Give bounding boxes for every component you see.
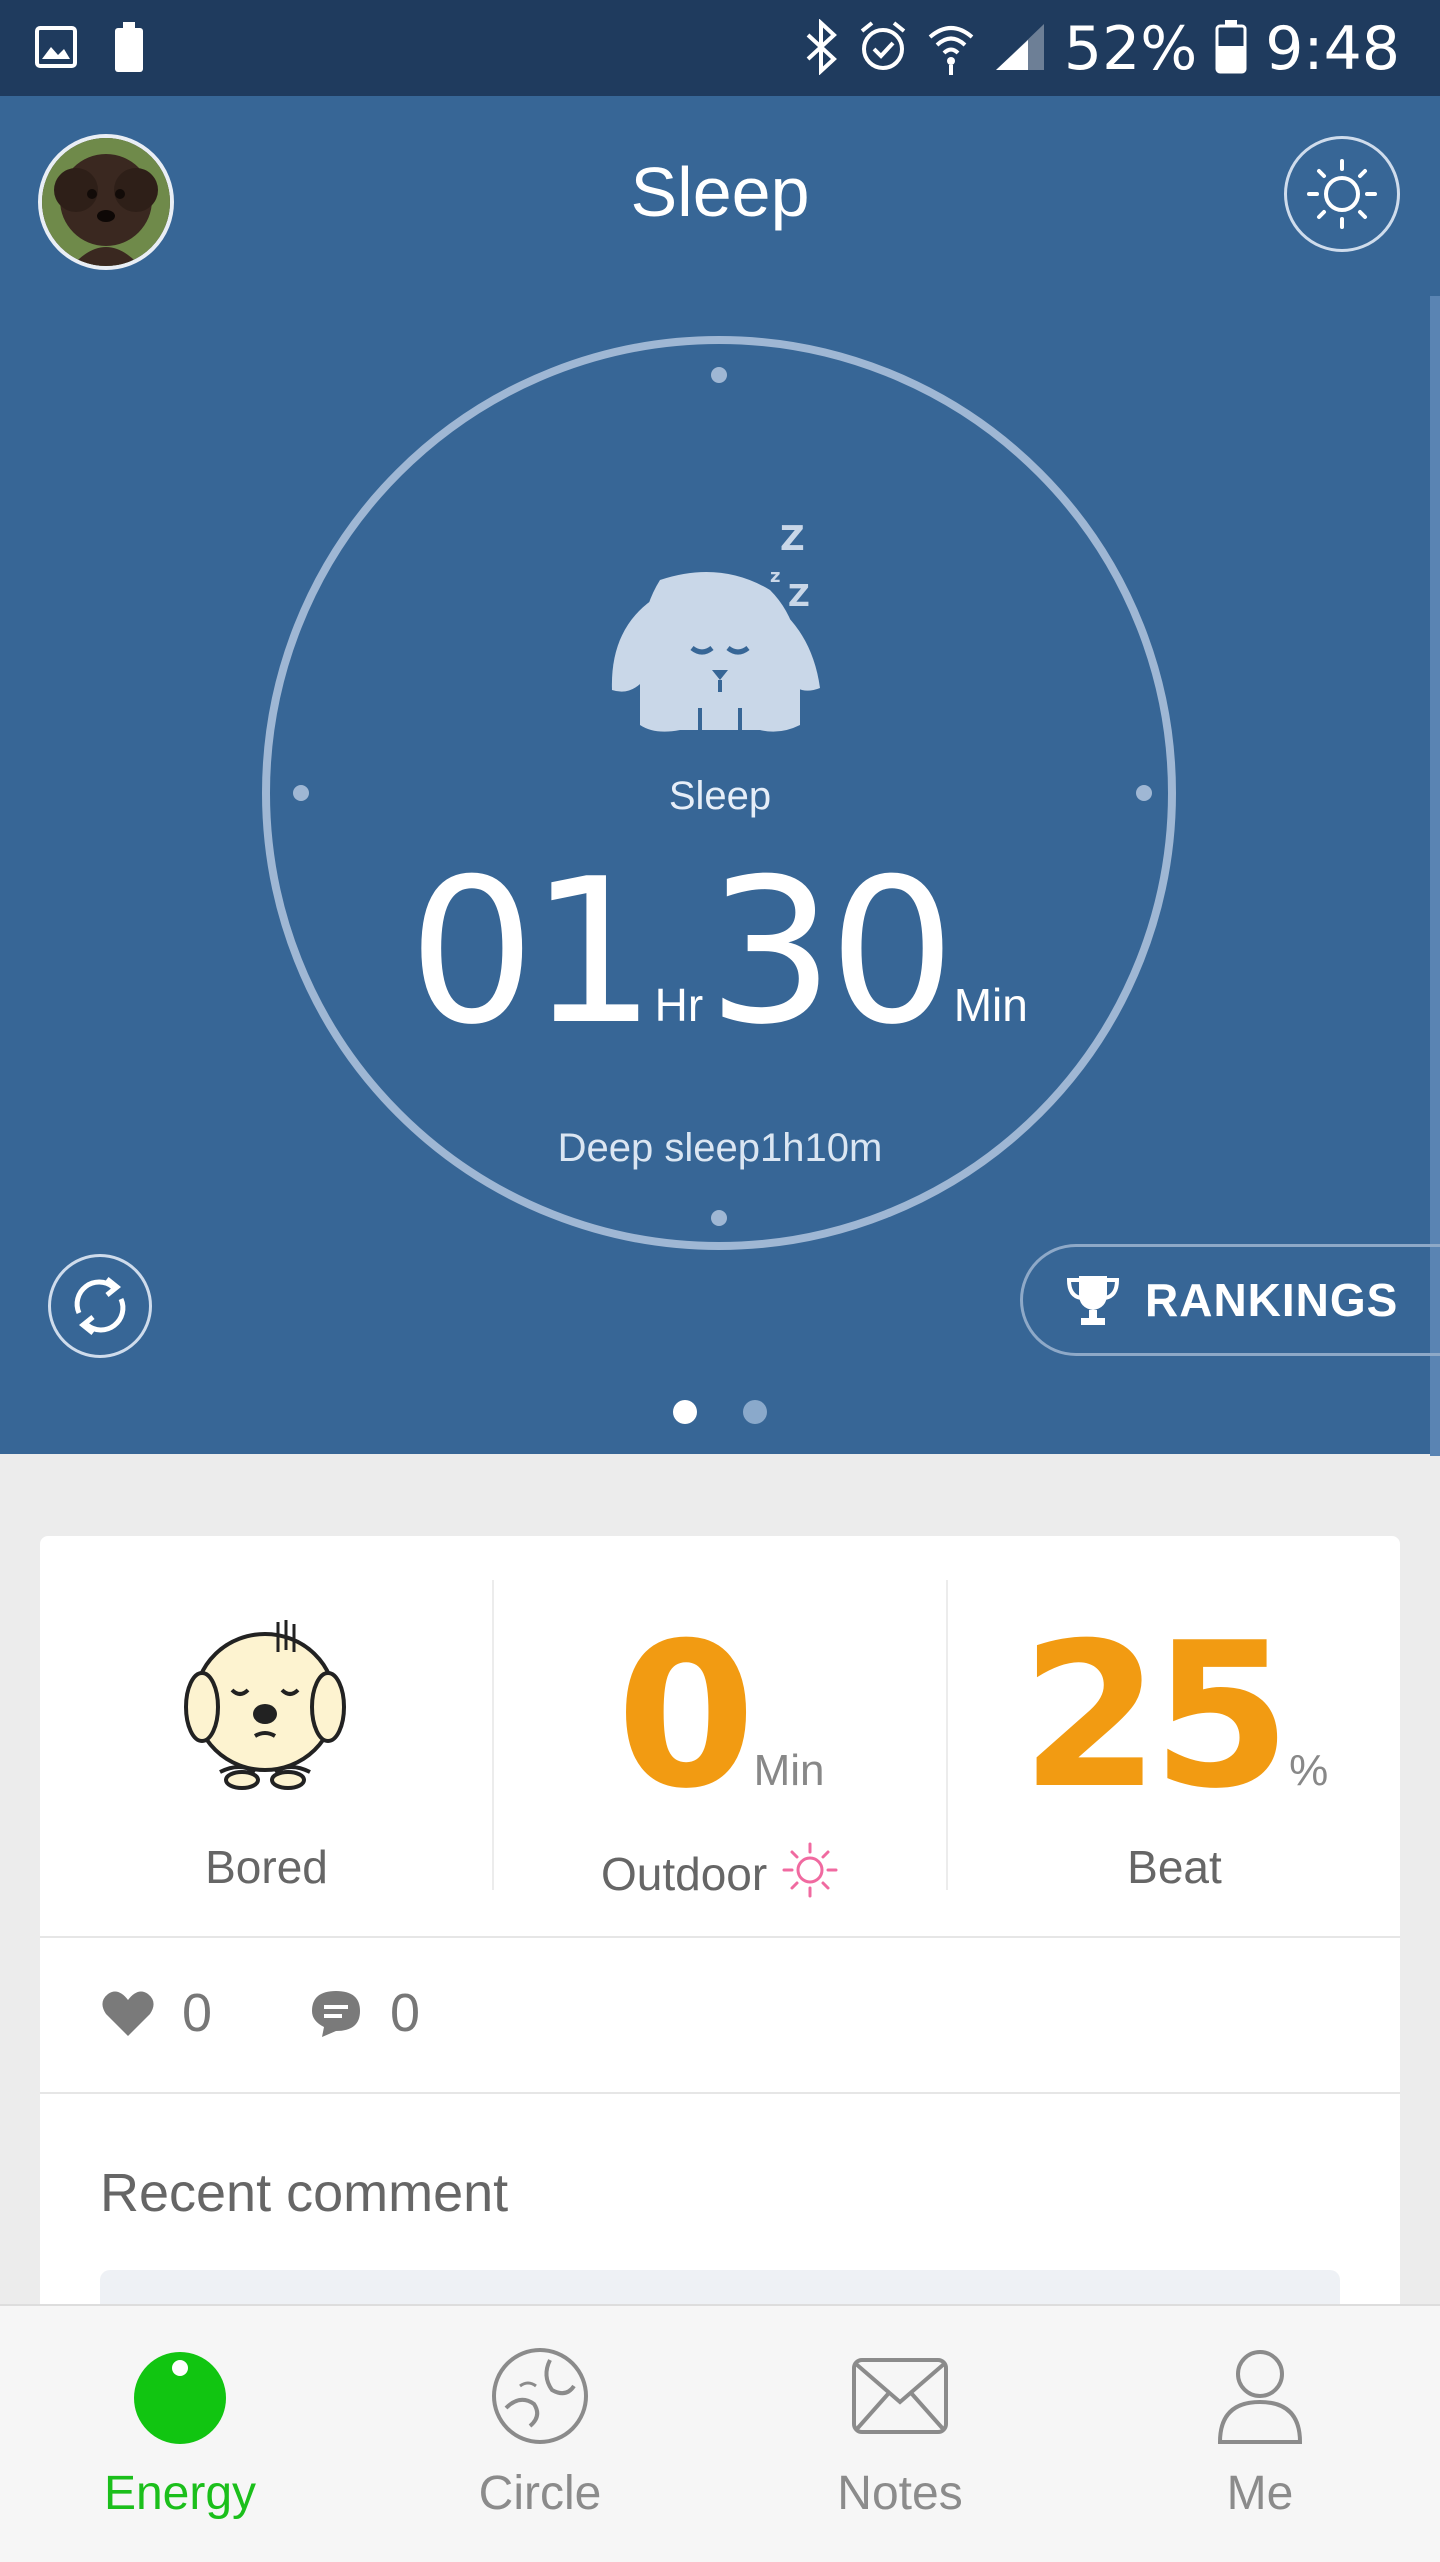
outdoor-label-row: Outdoor: [494, 1840, 947, 1901]
sleep-duration: 01Hr30Min: [0, 836, 1440, 1069]
battery-small-icon: [114, 22, 144, 77]
heart-icon: [102, 1991, 154, 2036]
mood-stat[interactable]: Bored: [40, 1536, 493, 1936]
wifi-icon: [926, 19, 976, 80]
recent-comment-title: Recent comment: [100, 2163, 509, 2223]
dial-dot-top: [711, 367, 727, 383]
sleeping-dog-icon: Z z Z: [600, 519, 840, 760]
sleep-minutes: 30: [707, 836, 955, 1069]
tab-notes[interactable]: Notes: [720, 2306, 1080, 2562]
like-button[interactable]: 0: [100, 1982, 212, 2044]
outdoor-minutes: 0: [616, 1600, 755, 1833]
brightness-button[interactable]: [1284, 136, 1400, 252]
bored-dog-icon: [180, 1612, 350, 1792]
rankings-button[interactable]: RANKINGS: [1020, 1244, 1440, 1356]
mood-label: Bored: [205, 1841, 328, 1893]
tab-me[interactable]: Me: [1080, 2306, 1440, 2562]
alarm-icon: [858, 19, 908, 80]
hours-unit: Hr: [654, 979, 704, 1031]
sun-icon: [1307, 159, 1377, 229]
tab-label: Notes: [837, 2467, 963, 2520]
page-indicator: [0, 1400, 1440, 1424]
signal-icon: [994, 22, 1046, 77]
image-icon: [34, 25, 78, 74]
refresh-button[interactable]: [48, 1254, 152, 1358]
battery-icon: [1215, 19, 1247, 79]
beat-percent: 25: [1020, 1600, 1291, 1833]
outdoor-value: 0 Min: [494, 1600, 947, 1833]
outdoor-sun-icon: [782, 1842, 838, 1898]
svg-text:Z: Z: [780, 520, 805, 559]
status-bar: 52% 9:48: [0, 0, 1440, 96]
minutes-unit: Min: [953, 979, 1028, 1031]
page-title: Sleep: [630, 153, 810, 231]
bottom-tab-bar: Energy Circle Notes Me: [0, 2304, 1440, 2562]
page-dot-2[interactable]: [743, 1400, 767, 1424]
outdoor-unit: Min: [753, 1746, 825, 1795]
person-icon: [1210, 2346, 1310, 2446]
dial-label: Sleep: [668, 774, 772, 818]
rankings-label: RANKINGS: [1145, 1274, 1399, 1326]
tab-label: Circle: [478, 2467, 602, 2520]
comment-button[interactable]: 0: [308, 1982, 420, 2044]
tab-circle[interactable]: Circle: [360, 2306, 720, 2562]
outdoor-label: Outdoor: [601, 1848, 768, 1900]
beat-label: Beat: [1127, 1841, 1222, 1893]
comment-icon: [312, 1991, 360, 2037]
divider: [40, 2092, 1400, 2094]
stats-row: Bored 0 Min Outdoor 25 % Beat: [40, 1536, 1400, 1936]
outdoor-stat[interactable]: 0 Min Outdoor: [494, 1536, 947, 1936]
beat-unit: %: [1289, 1746, 1329, 1795]
svg-text:z: z: [770, 566, 780, 587]
clock: 9:48: [1265, 14, 1400, 84]
svg-text:Z: Z: [788, 579, 810, 614]
envelope-icon: [850, 2346, 950, 2446]
like-count: 0: [182, 1983, 213, 2043]
bluetooth-icon: [804, 17, 840, 80]
deep-sleep-summary: Deep sleep1h10m: [557, 1126, 883, 1170]
social-row: 0 0: [40, 1938, 1400, 2092]
beat-stat[interactable]: 25% Beat: [948, 1536, 1401, 1936]
beat-value: 25%: [948, 1600, 1401, 1833]
tab-label: Me: [1226, 2467, 1294, 2520]
refresh-icon: [74, 1277, 126, 1335]
tab-label: Energy: [103, 2467, 257, 2520]
circle-icon: [490, 2346, 590, 2446]
comment-count: 0: [390, 1983, 421, 2043]
page-dot-1[interactable]: [673, 1400, 697, 1424]
energy-icon: [130, 2346, 230, 2446]
trophy-icon: [1066, 1276, 1120, 1325]
battery-percent: 52%: [1063, 14, 1198, 84]
sleep-header: Sleep Z z Z Sleep 01Hr30Min Deep sleep1h…: [0, 96, 1440, 1456]
sleep-hours: 01: [408, 836, 656, 1069]
dial-dot-bottom: [711, 1210, 727, 1226]
tab-energy[interactable]: Energy: [0, 2306, 360, 2562]
